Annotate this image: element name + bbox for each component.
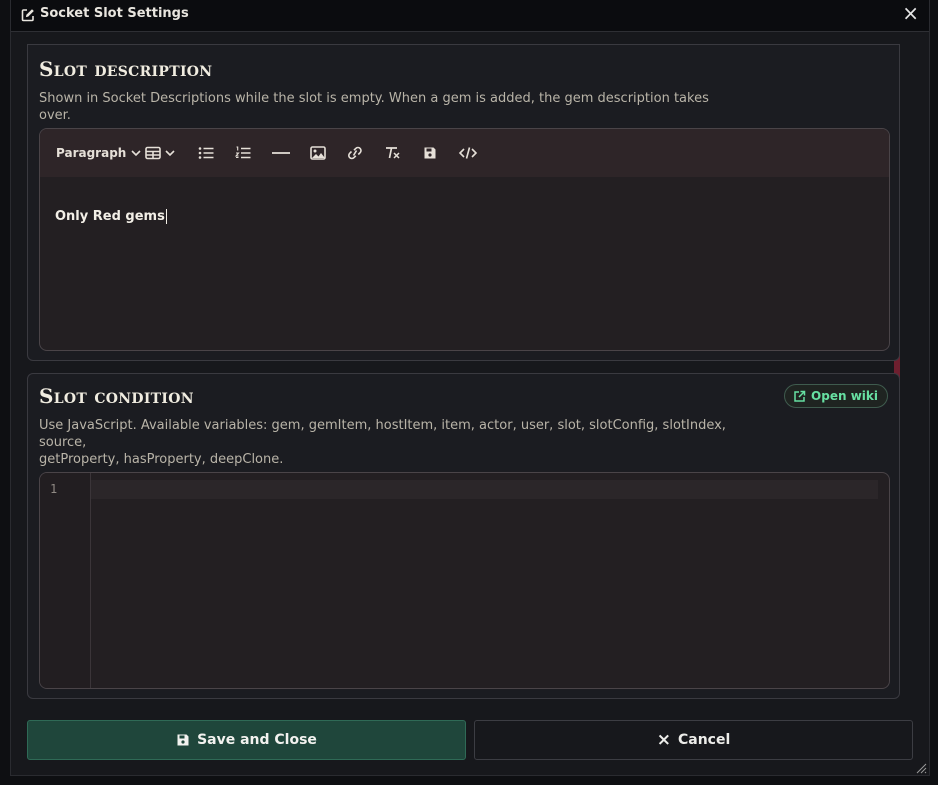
format-label: Paragraph bbox=[56, 146, 127, 160]
save-icon bbox=[177, 734, 189, 746]
slot-description-section: Slot description Shown in Socket Descrip… bbox=[27, 44, 900, 361]
edit-icon bbox=[21, 7, 35, 22]
source-code-button[interactable] bbox=[458, 143, 478, 163]
section-title: Slot description bbox=[39, 57, 213, 81]
save-and-close-button[interactable]: Save and Close bbox=[27, 720, 466, 760]
horizontal-rule-icon bbox=[272, 152, 290, 154]
open-wiki-label: Open wiki bbox=[811, 389, 878, 403]
editor-toolbar: Paragraph bbox=[40, 129, 889, 177]
horizontal-rule-button[interactable] bbox=[272, 143, 290, 163]
resize-grip-icon[interactable] bbox=[916, 763, 927, 774]
link-button[interactable] bbox=[346, 143, 364, 163]
rich-text-editor[interactable]: Paragraph Only Red gems bbox=[39, 128, 890, 351]
text-caret bbox=[165, 209, 167, 224]
bullet-list-button[interactable] bbox=[198, 143, 214, 163]
chevron-down-icon bbox=[131, 150, 141, 157]
save-icon bbox=[424, 147, 436, 159]
table-icon bbox=[145, 146, 161, 160]
close-button[interactable]: × bbox=[902, 3, 919, 23]
clear-format-icon bbox=[386, 147, 400, 159]
open-wiki-button[interactable]: Open wiki bbox=[784, 384, 888, 408]
editor-text: Only Red gems bbox=[55, 209, 165, 224]
close-icon: × bbox=[656, 730, 671, 750]
section-help-text: Shown in Socket Descriptions while the s… bbox=[39, 91, 709, 123]
help-line-1: Use JavaScript. Available variables: gem… bbox=[39, 418, 726, 450]
numbered-list-icon bbox=[235, 146, 251, 159]
clear-format-button[interactable] bbox=[384, 143, 402, 163]
link-icon bbox=[348, 146, 362, 160]
chevron-down-icon bbox=[165, 150, 175, 157]
help-line-2: getProperty, hasProperty, deepClone. bbox=[39, 452, 284, 467]
bullet-list-icon bbox=[198, 147, 214, 159]
save-content-button[interactable] bbox=[423, 143, 437, 163]
section-title: Slot condition bbox=[39, 384, 194, 408]
cancel-label: Cancel bbox=[677, 732, 731, 748]
code-editor[interactable]: 1 bbox=[39, 472, 890, 689]
line-gutter: 1 bbox=[40, 473, 91, 688]
editor-content[interactable]: Only Red gems bbox=[55, 209, 167, 224]
save-and-close-label: Save and Close bbox=[197, 732, 317, 748]
active-line-highlight[interactable] bbox=[91, 480, 878, 499]
section-help-text: Use JavaScript. Available variables: gem… bbox=[39, 417, 739, 468]
cancel-button[interactable]: × Cancel bbox=[474, 720, 913, 760]
numbered-list-button[interactable] bbox=[235, 143, 251, 163]
title-bar[interactable]: Socket Slot Settings × bbox=[11, 0, 929, 32]
dialog-title: Socket Slot Settings bbox=[40, 6, 189, 21]
paragraph-format-dropdown[interactable]: Paragraph bbox=[56, 143, 142, 163]
code-icon bbox=[458, 147, 478, 159]
line-number: 1 bbox=[50, 482, 58, 496]
image-icon bbox=[310, 146, 326, 160]
slot-condition-section: Slot condition Open wiki Use JavaScript.… bbox=[27, 373, 900, 699]
image-button[interactable] bbox=[310, 143, 326, 163]
external-link-icon bbox=[794, 390, 806, 402]
table-dropdown[interactable] bbox=[145, 143, 176, 163]
